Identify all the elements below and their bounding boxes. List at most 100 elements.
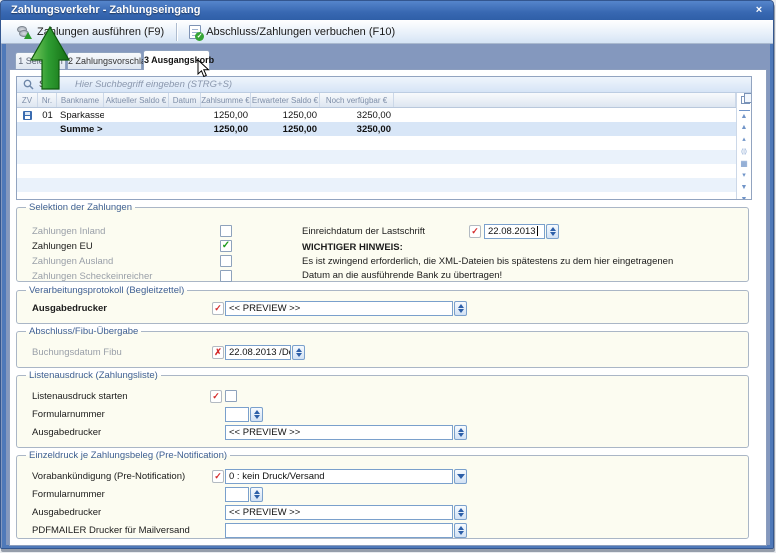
screen: Zahlungsverkehr - Zahlungseingang × Zahl… [0,0,776,553]
hinweis-line2: Datum an die ausführende Bank zu übertra… [302,270,502,281]
ausgabedrucker-field[interactable]: << PREVIEW >> [225,425,453,440]
app-window: Zahlungsverkehr - Zahlungseingang × Zahl… [0,0,774,549]
column-header-noch-verfuegbar[interactable]: Noch verfügbar € [320,93,394,107]
checkbox-listenausdruck-starten[interactable] [225,390,237,402]
checkbox-zahlungen-scheckeinreicher[interactable] [220,270,232,282]
groupbox-listenausdruck-title: Listenausdruck (Zahlungsliste) [26,370,161,381]
ausgabedrucker-label: Ausgabedrucker [32,507,101,518]
mark-records-icon[interactable]: ▦ [739,158,750,170]
page-down-icon[interactable]: ▼ [739,182,750,194]
empty-row [17,150,736,164]
pdfmailer-field[interactable] [225,523,453,538]
column-header-aktueller-saldo[interactable]: Aktueller Saldo € [104,93,169,107]
red-check-flag-icon[interactable]: ✓ [210,390,222,403]
empty-row [17,136,736,150]
toolbar: Zahlungen ausführen (F9) ✓ Abschluss/Zah… [1,20,773,44]
post-payments-label: Abschluss/Zahlungen verbuchen (F10) [206,26,395,38]
tab-zahlungsvorschlag[interactable]: 2 Zahlungsvorschlag [67,52,142,69]
formularnummer-label: Formularnummer [32,409,105,420]
red-cross-flag-icon[interactable]: ✗ [212,346,224,359]
listenausdruck-starten-label: Listenausdruck starten [32,391,128,402]
groupbox-listenausdruck: Listenausdruck (Zahlungsliste) Listenaus… [16,375,749,448]
cell-noch-verfuegbar: 3250,00 [320,108,394,122]
ausgabedrucker-field[interactable]: << PREVIEW >> [225,301,453,316]
ausgabedrucker-label: Ausgabedrucker [32,427,101,438]
empty-row [17,192,736,200]
grid-search-row[interactable]: Su Hier Suchbegriff eingeben (STRG+S) [17,77,751,93]
disk-icon [23,111,32,120]
column-header-nr[interactable]: Nr. [38,93,57,107]
empty-row [17,164,736,178]
checkbox-label-eu: Zahlungen EU [32,241,93,252]
text-caret [537,226,538,236]
formularnummer-field[interactable] [225,407,249,422]
checkbox-zahlungen-inland[interactable] [220,225,232,237]
search-placeholder: Hier Suchbegriff eingeben (STRG+S) [75,79,232,90]
groupbox-selektion-title: Selektion der Zahlungen [26,202,135,213]
groupbox-abschluss: Abschluss/Fibu-Übergabe Buchungsdatum Fi… [16,331,749,368]
ausgabedrucker-field[interactable]: << PREVIEW >> [225,505,453,520]
buchungsdatum-field[interactable]: 22.08.2013 /Do [225,345,291,360]
current-record-icon[interactable]: (|) [739,146,750,158]
buchungsdatum-spinner[interactable] [292,345,305,360]
scroll-bottom-icon[interactable]: ▼ [739,194,750,200]
groupbox-einzeldruck: Einzeldruck je Zahlungsbeleg (Pre-Notifi… [16,455,749,539]
sum-erwarteter-saldo: 1250,00 [251,122,320,136]
sum-label: Summe > [57,122,104,136]
einreichdatum-label: Einreichdatum der Lastschrift [302,226,425,237]
formularnummer-label: Formularnummer [32,489,105,500]
row-down-icon[interactable]: ▾ [739,170,750,182]
cell-aktueller-saldo [104,108,169,122]
column-header-erwarteter-saldo[interactable]: Erwarteter Saldo € [251,93,320,107]
formularnummer-field[interactable] [225,487,249,502]
checkbox-label-ausland: Zahlungen Ausland [32,256,113,267]
column-header-datum[interactable]: Datum [169,93,201,107]
cell-nr: 01 [38,108,57,122]
column-header-zahlsumme[interactable]: Zahlsumme € [201,93,251,107]
column-options-icon[interactable] [741,96,750,104]
sum-row: Summe > 1250,00 1250,00 3250,00 [17,122,736,136]
table-row[interactable]: 01 Sparkasse 1250,00 1250,00 3250,00 [17,108,736,122]
column-header-zv[interactable]: ZV [17,93,38,107]
red-check-flag-icon[interactable]: ✓ [469,225,481,238]
checkbox-label-scheckeinreicher: Zahlungen Scheckeinreicher [32,271,152,282]
einreichdatum-field[interactable]: 22.08.2013 [484,224,545,239]
cell-datum [169,108,201,122]
vorabankuendigung-label: Vorabankündigung (Pre-Notification) [32,471,185,482]
ausgabedrucker-label: Ausgabedrucker [32,303,107,314]
grid-header-row: ZV Nr. Bankname Aktueller Saldo € Datum … [17,93,736,108]
sum-zahlsumme: 1250,00 [201,122,251,136]
sum-noch-verfuegbar: 3250,00 [320,122,394,136]
vorabankuendigung-dropdown-icon[interactable] [454,469,467,484]
page-up-icon[interactable]: ▲ [739,122,750,134]
ausgabedrucker-spinner[interactable] [454,505,467,520]
scroll-top-icon[interactable]: ▲ [739,110,750,122]
toolbar-separator [176,23,177,41]
ausgabedrucker-spinner[interactable] [454,301,467,316]
row-up-icon[interactable]: ▴ [739,134,750,146]
column-header-bankname[interactable]: Bankname [57,93,104,107]
formularnummer-spinner[interactable] [250,407,263,422]
payments-grid: Su Hier Suchbegriff eingeben (STRG+S) ZV… [16,76,752,200]
groupbox-selektion: Selektion der Zahlungen Zahlungen Inland… [16,207,749,282]
close-icon[interactable]: × [751,3,767,17]
formularnummer-spinner[interactable] [250,487,263,502]
checkbox-zahlungen-ausland[interactable] [220,255,232,267]
pdfmailer-spinner[interactable] [454,523,467,538]
cell-bankname: Sparkasse [57,108,104,122]
red-check-flag-icon[interactable]: ✓ [212,470,224,483]
groupbox-verarbeitungsprotokoll: Verarbeitungsprotokoll (Begleitzettel) A… [16,290,749,324]
einreichdatum-spinner[interactable] [546,224,559,239]
vorabankuendigung-combobox[interactable]: 0 : kein Druck/Versand [225,469,453,484]
ausgabedrucker-spinner[interactable] [454,425,467,440]
pdfmailer-label: PDFMAILER Drucker für Mailversand [32,525,190,536]
buchungsdatum-label: Buchungsdatum Fibu [32,347,122,358]
checkbox-zahlungen-eu[interactable]: ✓ [220,240,232,252]
grid-nav-strip: ▲ ▲ ▴ (|) ▦ ▾ ▼ ▼ [736,93,751,200]
column-header-filler [394,93,736,107]
red-check-flag-icon[interactable]: ✓ [212,302,224,315]
post-payments-button[interactable]: ✓ Abschluss/Zahlungen verbuchen (F10) [181,22,403,42]
checkbox-label-inland: Zahlungen Inland [32,226,105,237]
mouse-cursor [197,59,210,78]
hinweis-line1: Es ist zwingend erforderlich, die XML-Da… [302,256,673,267]
